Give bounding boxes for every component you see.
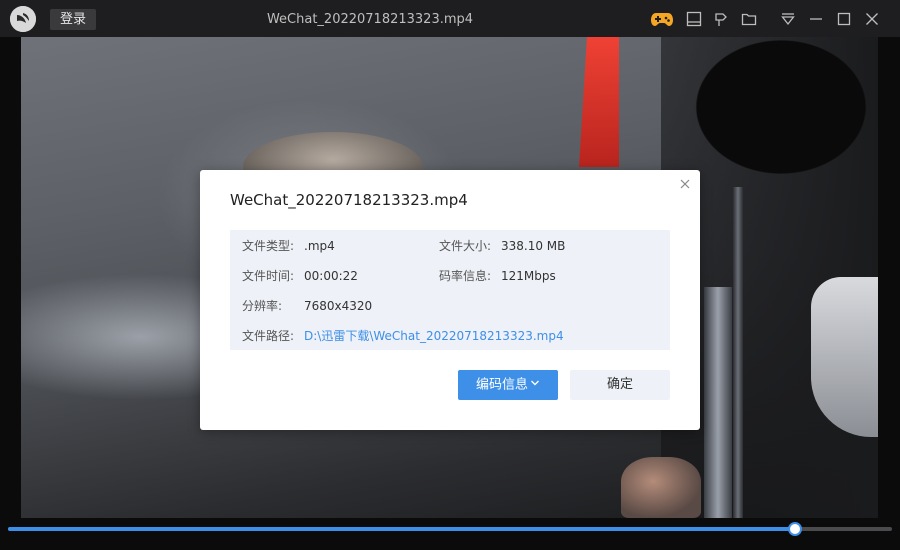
folder-icon[interactable] — [740, 10, 758, 28]
video-scene-element — [704, 287, 732, 518]
video-scene-element — [621, 457, 701, 518]
ok-button[interactable]: 确定 — [570, 370, 670, 400]
video-scene-element — [579, 37, 619, 167]
file-path-link[interactable]: D:\迅雷下载\WeChat_20220718213323.mp4 — [304, 329, 564, 343]
encode-info-button-label: 编码信息 — [475, 377, 528, 393]
subtitle-icon[interactable] — [685, 10, 703, 28]
file-size-label: 文件大小: — [439, 239, 492, 253]
duration-label: 文件时间: — [242, 269, 295, 283]
close-icon[interactable] — [863, 10, 881, 28]
chevron-down-icon — [530, 370, 540, 400]
progress-bar[interactable] — [8, 522, 892, 536]
dialog-close-icon[interactable] — [678, 177, 692, 191]
gamepad-icon[interactable] — [650, 10, 674, 28]
pin-icon[interactable] — [712, 10, 730, 28]
file-type-label: 文件类型: — [242, 239, 295, 253]
progress-fill — [8, 527, 795, 531]
window-title: WeChat_20220718213323.mp4 — [266, 12, 474, 27]
file-type-value: .mp4 — [304, 239, 335, 253]
bitrate-label: 码率信息: — [439, 269, 492, 283]
resolution-value: 7680x4320 — [304, 299, 373, 313]
file-size-value: 338.10 MB — [501, 239, 566, 253]
duration-value: 00:00:22 — [304, 269, 358, 283]
minimize-icon[interactable] — [807, 10, 825, 28]
bitrate-value: 121Mbps — [501, 269, 556, 283]
app-logo-icon[interactable] — [10, 6, 36, 32]
maximize-icon[interactable] — [835, 10, 853, 28]
file-path-label: 文件路径: — [242, 329, 295, 343]
file-info-dialog: WeChat_20220718213323.mp4 文件类型: .mp4 文件大… — [200, 170, 700, 430]
encode-info-button[interactable]: 编码信息 — [458, 370, 558, 400]
title-bar: 登录 WeChat_20220718213323.mp4 — [0, 0, 900, 37]
progress-handle[interactable] — [787, 522, 802, 536]
dialog-title: WeChat_20220718213323.mp4 — [230, 191, 468, 209]
resolution-label: 分辨率: — [242, 299, 283, 313]
menu-icon[interactable] — [779, 10, 797, 28]
video-scene-element — [733, 187, 743, 518]
file-info-panel: 文件类型: .mp4 文件大小: 338.10 MB 文件时间: 00:00:2… — [230, 230, 670, 350]
login-button[interactable]: 登录 — [50, 9, 96, 30]
